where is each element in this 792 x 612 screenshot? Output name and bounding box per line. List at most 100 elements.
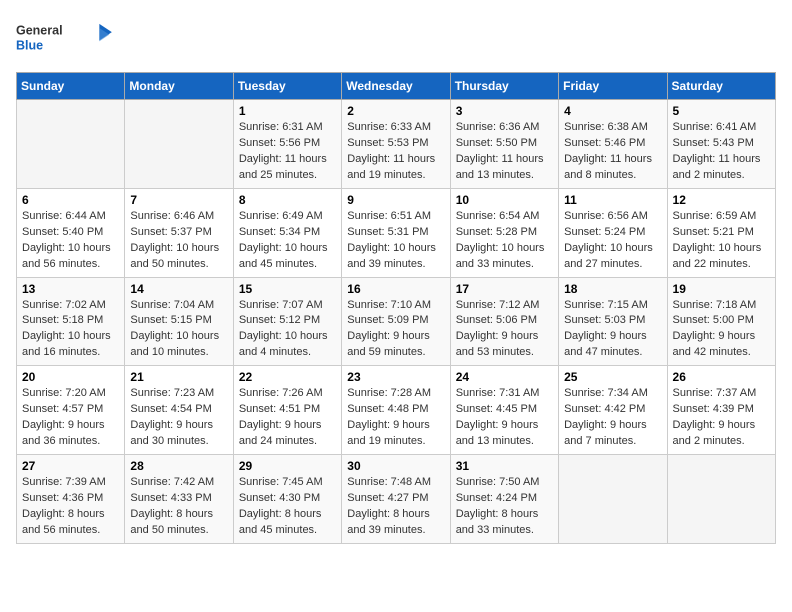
daylight: Daylight: 9 hours and 47 minutes. <box>564 330 647 358</box>
daylight: Daylight: 10 hours and 10 minutes. <box>130 330 219 358</box>
day-info: Sunrise: 6:54 AM Sunset: 5:28 PM Dayligh… <box>456 209 553 273</box>
day-number: 22 <box>239 370 336 384</box>
daylight: Daylight: 10 hours and 33 minutes. <box>456 242 545 270</box>
daylight: Daylight: 9 hours and 59 minutes. <box>347 330 430 358</box>
day-number: 11 <box>564 193 661 207</box>
sunset: Sunset: 5:56 PM <box>239 137 320 149</box>
daylight: Daylight: 10 hours and 27 minutes. <box>564 242 653 270</box>
sunset: Sunset: 5:12 PM <box>239 314 320 326</box>
sunset: Sunset: 5:18 PM <box>22 314 103 326</box>
calendar-cell: 18 Sunrise: 7:15 AM Sunset: 5:03 PM Dayl… <box>559 277 667 366</box>
calendar-cell: 5 Sunrise: 6:41 AM Sunset: 5:43 PM Dayli… <box>667 100 775 189</box>
day-info: Sunrise: 7:45 AM Sunset: 4:30 PM Dayligh… <box>239 475 336 539</box>
daylight: Daylight: 11 hours and 25 minutes. <box>239 153 327 181</box>
calendar-cell: 10 Sunrise: 6:54 AM Sunset: 5:28 PM Dayl… <box>450 188 558 277</box>
calendar-cell: 14 Sunrise: 7:04 AM Sunset: 5:15 PM Dayl… <box>125 277 233 366</box>
day-number: 13 <box>22 282 119 296</box>
sunset: Sunset: 4:39 PM <box>673 403 754 415</box>
sunrise: Sunrise: 7:26 AM <box>239 387 323 399</box>
calendar-cell: 6 Sunrise: 6:44 AM Sunset: 5:40 PM Dayli… <box>17 188 125 277</box>
calendar-cell: 12 Sunrise: 6:59 AM Sunset: 5:21 PM Dayl… <box>667 188 775 277</box>
sunset: Sunset: 4:27 PM <box>347 492 428 504</box>
sunset: Sunset: 4:42 PM <box>564 403 645 415</box>
calendar-week-3: 20 Sunrise: 7:20 AM Sunset: 4:57 PM Dayl… <box>17 366 776 455</box>
day-info: Sunrise: 6:56 AM Sunset: 5:24 PM Dayligh… <box>564 209 661 273</box>
sunset: Sunset: 5:40 PM <box>22 226 103 238</box>
daylight: Daylight: 8 hours and 56 minutes. <box>22 508 105 536</box>
sunrise: Sunrise: 7:37 AM <box>673 387 757 399</box>
sunset: Sunset: 5:31 PM <box>347 226 428 238</box>
sunset: Sunset: 5:21 PM <box>673 226 754 238</box>
day-number: 16 <box>347 282 444 296</box>
day-number: 9 <box>347 193 444 207</box>
sunset: Sunset: 5:24 PM <box>564 226 645 238</box>
day-info: Sunrise: 7:28 AM Sunset: 4:48 PM Dayligh… <box>347 386 444 450</box>
sunrise: Sunrise: 7:39 AM <box>22 476 106 488</box>
day-info: Sunrise: 7:37 AM Sunset: 4:39 PM Dayligh… <box>673 386 770 450</box>
calendar-cell: 19 Sunrise: 7:18 AM Sunset: 5:00 PM Dayl… <box>667 277 775 366</box>
sunset: Sunset: 4:24 PM <box>456 492 537 504</box>
calendar-cell: 17 Sunrise: 7:12 AM Sunset: 5:06 PM Dayl… <box>450 277 558 366</box>
page-header: General Blue <box>16 16 776 60</box>
calendar-cell: 29 Sunrise: 7:45 AM Sunset: 4:30 PM Dayl… <box>233 455 341 544</box>
sunrise: Sunrise: 7:02 AM <box>22 299 106 311</box>
day-info: Sunrise: 7:12 AM Sunset: 5:06 PM Dayligh… <box>456 298 553 362</box>
sunrise: Sunrise: 7:07 AM <box>239 299 323 311</box>
calendar-table: SundayMondayTuesdayWednesdayThursdayFrid… <box>16 72 776 544</box>
header-sunday: Sunday <box>17 73 125 100</box>
daylight: Daylight: 11 hours and 19 minutes. <box>347 153 435 181</box>
day-number: 6 <box>22 193 119 207</box>
day-info: Sunrise: 6:38 AM Sunset: 5:46 PM Dayligh… <box>564 120 661 184</box>
sunrise: Sunrise: 6:59 AM <box>673 210 757 222</box>
sunrise: Sunrise: 7:45 AM <box>239 476 323 488</box>
calendar-cell <box>17 100 125 189</box>
sunset: Sunset: 5:43 PM <box>673 137 754 149</box>
logo-icon: General Blue <box>16 16 116 60</box>
sunrise: Sunrise: 6:56 AM <box>564 210 648 222</box>
day-number: 14 <box>130 282 227 296</box>
sunrise: Sunrise: 7:48 AM <box>347 476 431 488</box>
daylight: Daylight: 9 hours and 2 minutes. <box>673 419 756 447</box>
daylight: Daylight: 9 hours and 53 minutes. <box>456 330 539 358</box>
day-info: Sunrise: 6:41 AM Sunset: 5:43 PM Dayligh… <box>673 120 770 184</box>
calendar-cell: 30 Sunrise: 7:48 AM Sunset: 4:27 PM Dayl… <box>342 455 450 544</box>
calendar-cell: 26 Sunrise: 7:37 AM Sunset: 4:39 PM Dayl… <box>667 366 775 455</box>
calendar-cell: 2 Sunrise: 6:33 AM Sunset: 5:53 PM Dayli… <box>342 100 450 189</box>
day-number: 28 <box>130 459 227 473</box>
sunrise: Sunrise: 6:33 AM <box>347 121 431 133</box>
calendar-cell: 7 Sunrise: 6:46 AM Sunset: 5:37 PM Dayli… <box>125 188 233 277</box>
calendar-cell: 11 Sunrise: 6:56 AM Sunset: 5:24 PM Dayl… <box>559 188 667 277</box>
sunrise: Sunrise: 7:42 AM <box>130 476 214 488</box>
calendar-week-1: 6 Sunrise: 6:44 AM Sunset: 5:40 PM Dayli… <box>17 188 776 277</box>
calendar-cell: 4 Sunrise: 6:38 AM Sunset: 5:46 PM Dayli… <box>559 100 667 189</box>
day-number: 23 <box>347 370 444 384</box>
daylight: Daylight: 10 hours and 39 minutes. <box>347 242 436 270</box>
svg-text:Blue: Blue <box>16 39 43 53</box>
sunset: Sunset: 4:48 PM <box>347 403 428 415</box>
day-number: 2 <box>347 104 444 118</box>
day-number: 18 <box>564 282 661 296</box>
sunset: Sunset: 5:46 PM <box>564 137 645 149</box>
calendar-cell: 15 Sunrise: 7:07 AM Sunset: 5:12 PM Dayl… <box>233 277 341 366</box>
daylight: Daylight: 11 hours and 2 minutes. <box>673 153 761 181</box>
daylight: Daylight: 10 hours and 4 minutes. <box>239 330 328 358</box>
calendar-week-2: 13 Sunrise: 7:02 AM Sunset: 5:18 PM Dayl… <box>17 277 776 366</box>
header-thursday: Thursday <box>450 73 558 100</box>
day-number: 15 <box>239 282 336 296</box>
day-info: Sunrise: 6:59 AM Sunset: 5:21 PM Dayligh… <box>673 209 770 273</box>
day-number: 7 <box>130 193 227 207</box>
sunrise: Sunrise: 7:15 AM <box>564 299 648 311</box>
sunset: Sunset: 4:33 PM <box>130 492 211 504</box>
day-info: Sunrise: 7:18 AM Sunset: 5:00 PM Dayligh… <box>673 298 770 362</box>
day-info: Sunrise: 6:46 AM Sunset: 5:37 PM Dayligh… <box>130 209 227 273</box>
sunrise: Sunrise: 7:28 AM <box>347 387 431 399</box>
sunrise: Sunrise: 7:34 AM <box>564 387 648 399</box>
day-number: 26 <box>673 370 770 384</box>
day-number: 10 <box>456 193 553 207</box>
calendar-cell: 21 Sunrise: 7:23 AM Sunset: 4:54 PM Dayl… <box>125 366 233 455</box>
calendar-cell <box>559 455 667 544</box>
day-info: Sunrise: 7:26 AM Sunset: 4:51 PM Dayligh… <box>239 386 336 450</box>
sunrise: Sunrise: 6:49 AM <box>239 210 323 222</box>
day-number: 27 <box>22 459 119 473</box>
header-saturday: Saturday <box>667 73 775 100</box>
